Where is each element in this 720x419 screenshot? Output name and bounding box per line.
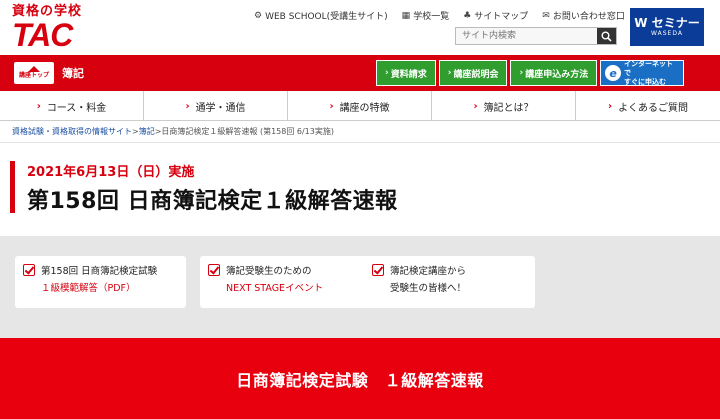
checkbox-icon: [372, 264, 384, 276]
gear-icon: ⚙: [254, 10, 263, 21]
nav-item-about-boki[interactable]: › 簿記とは？: [432, 91, 576, 121]
card-link[interactable]: １級模範解答（PDF）: [41, 280, 157, 297]
nav-item-faq[interactable]: › よくあるご質問: [576, 91, 720, 121]
breadcrumb: 資格試験・資格取得の情報サイト>簿記>日商簿記検定１級解答速報 (第158回 6…: [12, 126, 334, 137]
chevron-right-icon: ›: [473, 100, 478, 112]
logo-wordmark: TAC: [12, 17, 73, 53]
util-link-label: お問い合わせ窓口: [552, 12, 625, 22]
nav-item-label: 講座の特徴: [339, 102, 390, 114]
card-link[interactable]: NEXT STAGEイベント: [226, 280, 323, 297]
course-title: 簿記: [62, 67, 84, 80]
util-link-label: サイトマップ: [474, 12, 529, 22]
checkbox-icon: [23, 264, 35, 276]
util-link-contact[interactable]: ✉ お問い合わせ窓口: [542, 9, 625, 23]
title-accent-bar: [10, 161, 15, 213]
answer-banner-title: 日商簿記検定試験 １級解答速報: [236, 370, 484, 390]
chevron-right-icon: ›: [447, 68, 452, 78]
w-seminar-sub: WASEDA: [651, 30, 683, 37]
course-header-band: 講座トップ 簿記 › 資料請求 › 講座説明会 › 講座申込み方法 e インター…: [0, 55, 720, 91]
application-method-button[interactable]: › 講座申込み方法: [510, 60, 598, 86]
util-link-sitemap[interactable]: ♣ サイトマップ: [463, 9, 529, 23]
site-header: 資格の学校 TAC ⚙ WEB SCHOOL(受講生サイト) ▦ 学校一覧 ♣ …: [0, 0, 720, 55]
answer-banner: 日商簿記検定試験 １級解答速報: [0, 338, 720, 419]
internet-apply-label: インターネットで すぐに申込む: [623, 59, 673, 86]
internet-icon: e: [605, 65, 621, 81]
search-input[interactable]: [456, 28, 597, 44]
nav-item-features[interactable]: › 講座の特徴: [288, 91, 432, 121]
card-text: 第158回 日商簿記検定試験 １級模範解答（PDF）: [41, 263, 157, 301]
nav-item-label: よくあるご質問: [618, 102, 689, 114]
button-label: 資料請求: [390, 69, 427, 80]
exam-date: 2021年6月13日（日）実施: [27, 165, 195, 180]
card-model-answer[interactable]: 第158回 日商簿記検定試験 １級模範解答（PDF）: [15, 256, 186, 308]
nav-item-label: 通学・通信: [195, 102, 246, 114]
page-title: 第158回 日商簿記検定１級解答速報: [27, 189, 398, 214]
link-cards-area: 第158回 日商簿記検定試験 １級模範解答（PDF） 簿記受験生のための NEX…: [0, 236, 720, 338]
utility-links: ⚙ WEB SCHOOL(受講生サイト) ▦ 学校一覧 ♣ サイトマップ ✉ お…: [254, 9, 625, 23]
nav-item-label: 簿記とは？: [483, 102, 534, 114]
card-next-stage[interactable]: 簿記受験生のための NEXT STAGEイベント: [200, 256, 371, 308]
course-top-button[interactable]: 講座トップ: [14, 62, 54, 84]
search-button[interactable]: [597, 28, 616, 44]
chevron-right-icon: ›: [519, 68, 524, 78]
mail-icon: ✉: [542, 10, 550, 21]
chevron-right-icon: ›: [385, 68, 389, 78]
breadcrumb-link-home[interactable]: 資格試験・資格取得の情報サイト: [12, 127, 132, 136]
tac-logo[interactable]: 資格の学校 TAC: [12, 4, 102, 53]
chevron-right-icon: ›: [329, 100, 334, 112]
util-link-webschool[interactable]: ⚙ WEB SCHOOL(受講生サイト): [254, 9, 388, 23]
button-label: 講座説明会: [453, 69, 499, 80]
course-top-label: 講座トップ: [18, 72, 49, 79]
nav-item-label: コース・料金: [46, 102, 107, 114]
card-text: 簿記受験生のための NEXT STAGEイベント: [226, 263, 323, 301]
site-search: [455, 27, 617, 45]
util-link-schools[interactable]: ▦ 学校一覧: [401, 9, 450, 23]
card-text: 簿記検定講座から 受験生の皆様へ！: [390, 266, 467, 294]
util-link-label: 学校一覧: [413, 12, 450, 22]
breadcrumb-separator: >: [132, 127, 139, 136]
info-session-button[interactable]: › 講座説明会: [438, 60, 508, 86]
w-seminar-banner[interactable]: W セミナー WASEDA: [630, 8, 704, 46]
request-brochure-button[interactable]: › 資料請求: [376, 60, 436, 86]
main-nav: › コース・料金 › 通学・通信 › 講座の特徴 › 簿記とは？ › よくあるご…: [0, 91, 720, 121]
w-seminar-label: W セミナー: [634, 16, 700, 30]
checkbox-icon: [208, 264, 220, 276]
chevron-right-icon: ›: [607, 100, 613, 112]
sitemap-icon: ♣: [463, 10, 472, 21]
chevron-right-icon: ›: [36, 100, 41, 112]
util-link-label: WEB SCHOOL(受講生サイト): [265, 12, 388, 22]
breadcrumb-current: 日商簿記検定１級解答速報 (第158回 6/13実施): [161, 127, 334, 136]
card-message[interactable]: 簿記検定講座から 受験生の皆様へ！: [364, 256, 535, 308]
building-icon: ▦: [401, 10, 411, 21]
nav-item-study-format[interactable]: › 通学・通信: [144, 91, 288, 121]
button-label: 講座申込み方法: [525, 69, 589, 80]
search-icon: [601, 31, 612, 42]
nav-item-course-fees[interactable]: › コース・料金: [0, 91, 144, 121]
chevron-right-icon: ›: [185, 100, 190, 112]
breadcrumb-link-boki[interactable]: 簿記: [139, 127, 155, 136]
action-buttons: › 資料請求 › 講座説明会 › 講座申込み方法 e インターネットで すぐに申…: [376, 59, 685, 86]
internet-apply-button[interactable]: e インターネットで すぐに申込む: [600, 59, 685, 86]
page-title-area: 2021年6月13日（日）実施 第158回 日商簿記検定１級解答速報: [0, 142, 720, 234]
